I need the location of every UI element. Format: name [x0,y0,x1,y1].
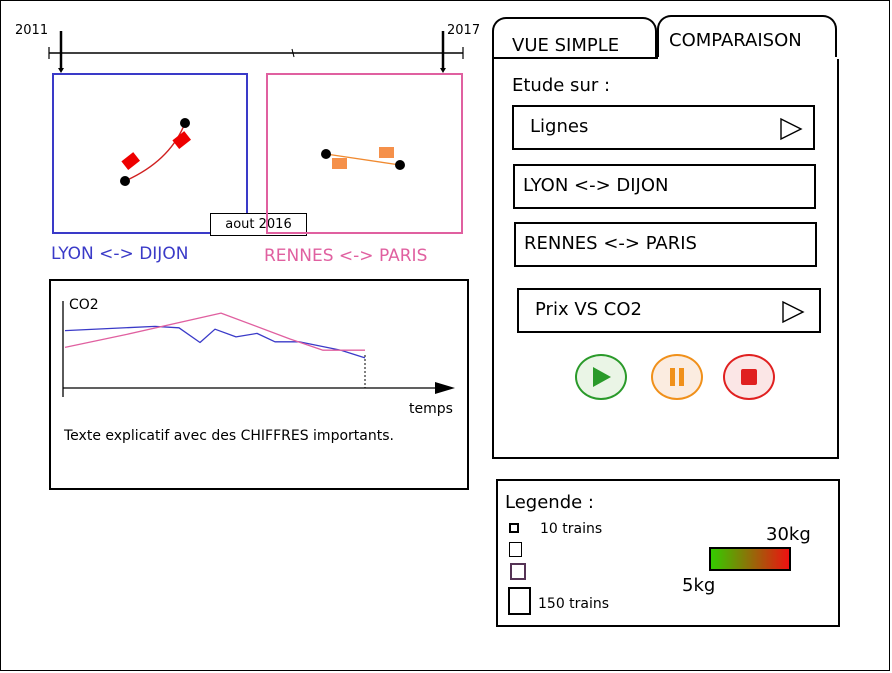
tab-vue-simple[interactable]: VUE SIMPLE [492,17,657,59]
x-axis-arrow [435,382,455,394]
timeline-slider[interactable] [41,25,471,77]
timeline-end-handle[interactable] [440,31,446,73]
pause-button[interactable] [651,354,703,400]
chart-panel: CO2 temps Texte explicatif avec des CHIF… [49,279,469,490]
study-label: Etude sur : [512,75,611,96]
route-selector-lyon-dijon-label: LYON <-> DIJON [523,175,669,196]
route-selector-rennes-paris[interactable]: RENNES <-> PARIS [514,222,817,267]
tab-comparaison[interactable]: COMPARAISON [657,15,837,59]
route-selector-rennes-paris-label: RENNES <-> PARIS [524,233,697,254]
co2-series-line-2 [64,312,365,351]
legend-square-medium [509,542,522,557]
route-diagram-lyon-dijon [120,118,191,186]
stop-icon [741,369,757,385]
timeline-start-handle[interactable] [58,31,64,73]
legend-square-xlarge [508,587,531,615]
co2-gradient-bar [709,547,791,571]
metric-select[interactable]: Prix VS CO2 [517,288,821,333]
legend-min-trains: 10 trains [540,521,603,537]
play-arrow-icon [782,300,805,324]
legend-square-small [509,523,519,533]
study-select[interactable]: Lignes [512,105,815,150]
legend-max-co2: 30kg [766,524,811,545]
co2-chart [62,301,455,397]
chart-description: Texte explicatif avec des CHIFFRES impor… [64,428,394,444]
play-arrow-icon [780,117,803,141]
study-select-value: Lignes [530,116,589,137]
play-button[interactable] [575,354,627,400]
co2-series-line-1 [64,325,366,359]
legend-max-trains: 150 trains [538,596,610,612]
app-frame: 2011 2017 aout 2016 LYON <-> DIJON RENNE… [0,0,890,671]
legend-square-large [510,563,526,580]
stop-button[interactable] [723,354,775,400]
map-panel-rennes-paris[interactable] [266,73,463,234]
chart-x-label: temps [409,401,453,417]
chart-y-label: CO2 [69,297,99,313]
legend-min-co2: 5kg [682,575,716,596]
route-selector-lyon-dijon[interactable]: LYON <-> DIJON [513,164,816,209]
map-route-label-rennes-paris: RENNES <-> PARIS [264,246,428,266]
play-icon [593,367,611,387]
legend-title: Legende : [505,492,594,513]
map-route-label-lyon-dijon: LYON <-> DIJON [51,244,189,264]
route-diagram-rennes-paris [321,147,405,170]
pause-icon [670,368,684,386]
legend-panel: Legende : 10 trains 150 trains 30kg 5kg [496,479,840,627]
metric-select-value: Prix VS CO2 [535,299,642,320]
map-panel-lyon-dijon[interactable] [52,73,248,234]
